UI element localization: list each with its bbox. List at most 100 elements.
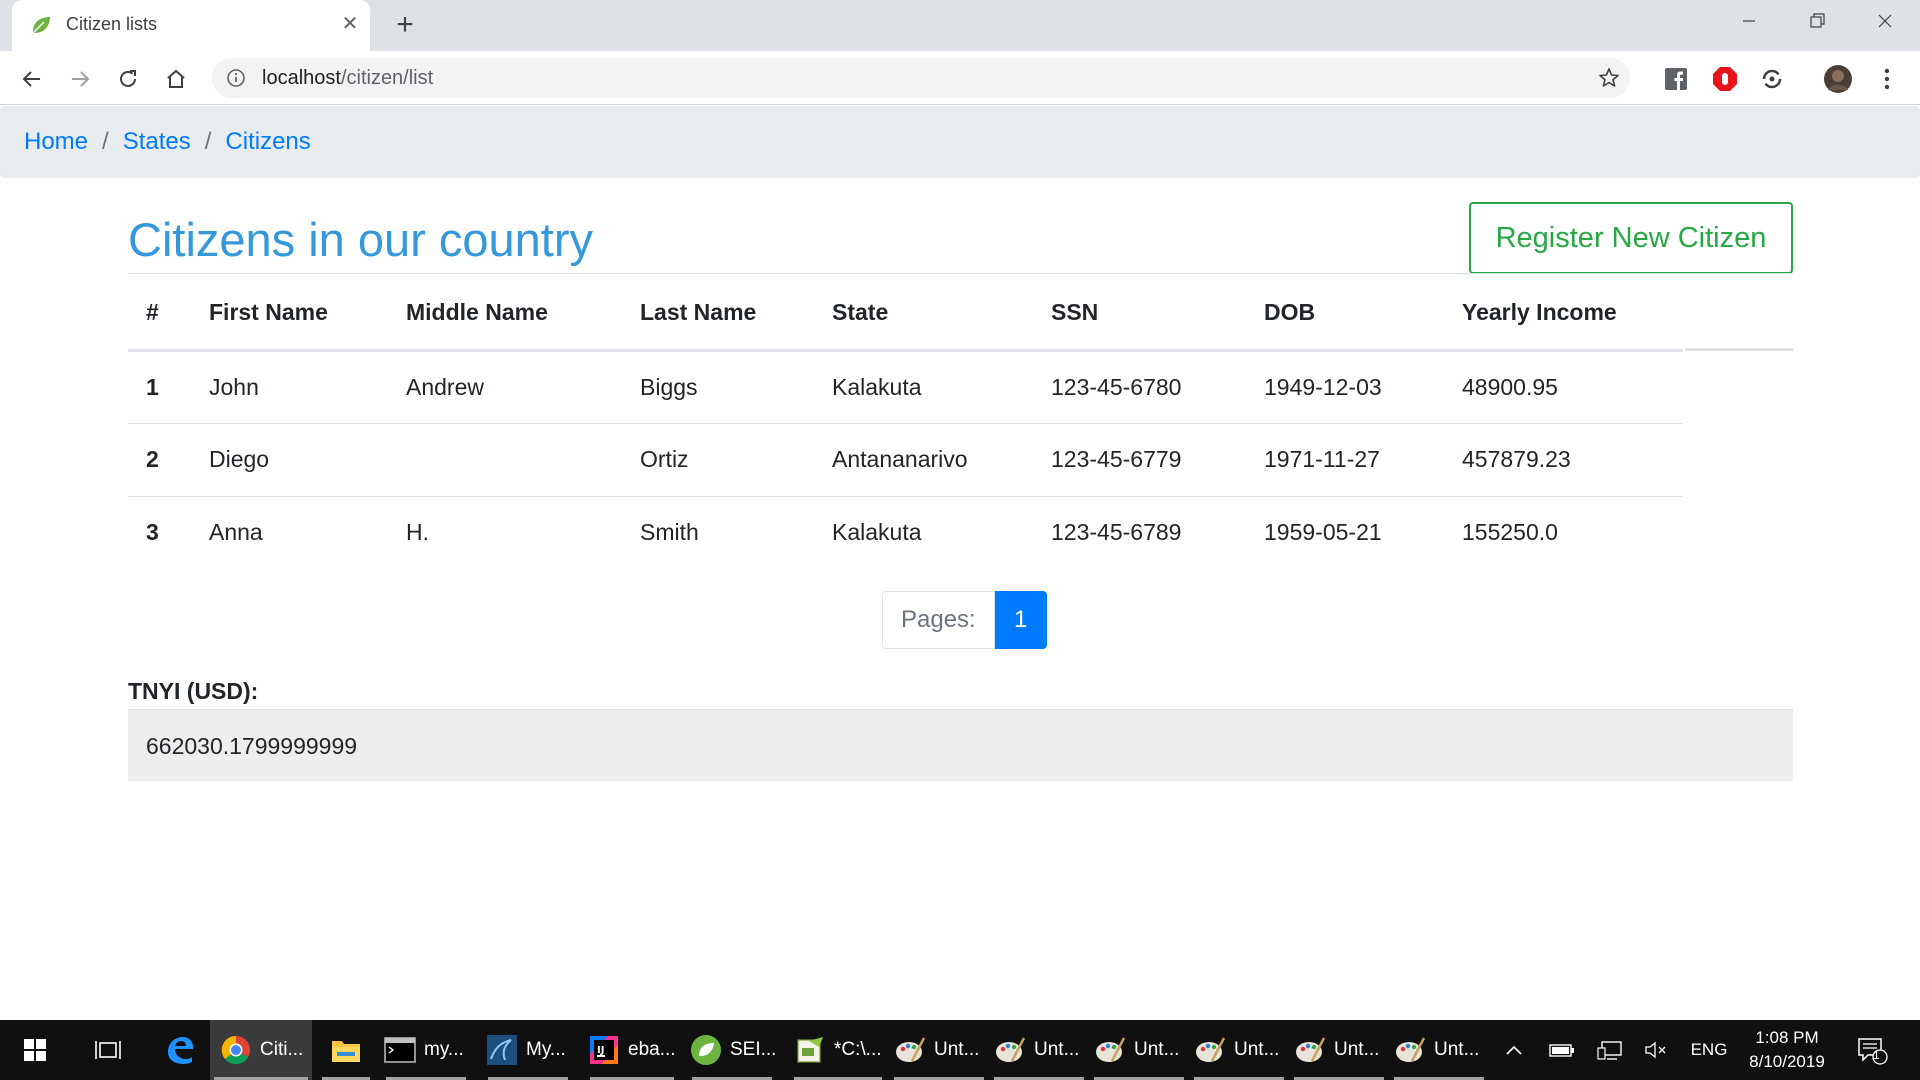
notepad-plus-icon	[794, 1034, 826, 1066]
taskbar-item-paint[interactable]: Unt...	[1290, 1020, 1388, 1080]
page-button-current[interactable]: 1	[994, 591, 1047, 649]
tab-strip: Citizen lists ✕ +	[0, 0, 1920, 51]
header-number: #	[128, 276, 209, 352]
action-center-button[interactable]: 1	[1852, 1020, 1892, 1080]
intellij-icon: IJ	[588, 1034, 620, 1066]
taskbar-item-paint[interactable]: Unt...	[990, 1020, 1088, 1080]
facebook-extension[interactable]	[1659, 62, 1693, 96]
cell-dob: 1971-11-27	[1264, 422, 1462, 496]
breadcrumb: Home / States / Citizens	[0, 106, 1920, 178]
tab-close-icon[interactable]: ✕	[337, 11, 363, 37]
tab-title: Citizen lists	[66, 14, 158, 34]
paint-palette-icon	[1194, 1034, 1226, 1066]
bookmark-star-icon[interactable]	[1597, 66, 1621, 90]
taskbar-item-label: SEI...	[730, 1039, 777, 1060]
pagination: Pages: 1	[882, 591, 1047, 649]
profile-button[interactable]	[1821, 62, 1855, 96]
taskbar-item-label: Unt...	[1134, 1039, 1180, 1060]
header-divider	[1685, 348, 1793, 351]
volume-muted-icon	[1645, 1041, 1666, 1059]
restore-button[interactable]	[1783, 0, 1851, 44]
cell-first-name: John	[209, 373, 259, 400]
notification-icon	[1858, 1038, 1888, 1065]
cell-first-name: Diego	[209, 422, 406, 496]
taskbar-item-paint[interactable]: Unt...	[1090, 1020, 1188, 1080]
network-tray[interactable]	[1594, 1020, 1626, 1080]
reload-button[interactable]	[111, 62, 145, 96]
tnyi-label: TNYI (USD):	[128, 678, 259, 704]
breadcrumb-citizens[interactable]: Citizens	[225, 128, 310, 156]
avatar	[1824, 65, 1852, 93]
input-language[interactable]: ENG	[1684, 1020, 1734, 1080]
taskbar-item-label: Unt...	[1034, 1039, 1080, 1060]
volume-tray[interactable]	[1640, 1020, 1672, 1080]
taskbar-item-paint[interactable]: Unt...	[1190, 1020, 1288, 1080]
more-vert-icon	[1884, 68, 1890, 90]
adblock-extension[interactable]	[1708, 62, 1742, 96]
cell-ssn: 123-45-6780	[1051, 373, 1182, 400]
notification-count: 1	[1873, 1048, 1880, 1062]
sync-extension[interactable]	[1755, 62, 1789, 96]
tnyi-value: 662030.1799999999	[128, 709, 1793, 781]
stop-hand-icon	[1713, 67, 1737, 91]
taskbar-item-label: Citi...	[260, 1039, 304, 1060]
table-row: 2 Diego Ortiz Antananarivo 123-45-6779 1…	[128, 422, 1683, 496]
show-hidden-icons-button[interactable]	[1500, 1020, 1528, 1080]
clock-time: 1:08 PM	[1755, 1028, 1819, 1047]
task-view-button[interactable]	[86, 1020, 130, 1080]
breadcrumb-states[interactable]: States	[123, 128, 191, 156]
minimize-button[interactable]	[1715, 0, 1783, 44]
header-ssn: SSN	[1051, 276, 1264, 352]
taskbar-item-spring-tools[interactable]: SEI...	[688, 1020, 776, 1080]
header-dob: DOB	[1264, 276, 1462, 352]
network-icon	[1597, 1041, 1622, 1060]
new-tab-icon[interactable]: +	[388, 8, 422, 42]
cell-dob: 1959-05-21	[1264, 495, 1462, 569]
cell-number: 3	[128, 495, 209, 569]
chrome-menu-button[interactable]	[1870, 62, 1904, 96]
spring-leaf-icon	[33, 17, 50, 33]
cell-last-name: Biggs	[640, 373, 698, 400]
back-button[interactable]	[15, 62, 49, 96]
browser-tab[interactable]: Citizen lists ✕	[12, 0, 370, 51]
header-last-name: Last Name	[640, 276, 832, 352]
edge-icon	[168, 1037, 194, 1064]
header-first-name: First Name	[209, 276, 406, 352]
taskbar-item-label: my...	[424, 1039, 464, 1060]
taskbar-item-notepad-plus[interactable]: *C:\...	[790, 1020, 886, 1080]
taskbar-item-intellij[interactable]: IJ eba...	[586, 1020, 678, 1080]
sync-icon	[1762, 69, 1782, 89]
taskbar-item-paint[interactable]: Unt...	[1390, 1020, 1488, 1080]
taskbar-item-chrome[interactable]: Citi...	[210, 1020, 312, 1080]
edge-taskbar-button[interactable]	[156, 1020, 204, 1080]
taskbar-item-file-explorer[interactable]	[318, 1020, 374, 1080]
home-button[interactable]	[159, 62, 193, 96]
clock-date: 8/10/2019	[1749, 1052, 1825, 1071]
cell-number: 1	[146, 373, 159, 400]
taskbar-item-paint[interactable]: Unt...	[890, 1020, 988, 1080]
taskbar-item-mysql-workbench[interactable]: My...	[484, 1020, 572, 1080]
close-window-button[interactable]	[1851, 0, 1919, 44]
start-button[interactable]	[0, 1020, 70, 1080]
task-view-icon	[95, 1041, 121, 1059]
info-icon[interactable]	[226, 68, 246, 88]
folder-icon	[330, 1034, 362, 1066]
taskbar-item-terminal[interactable]: my...	[382, 1020, 470, 1080]
header-state: State	[832, 276, 1051, 352]
address-bar[interactable]: localhost/citizen/list	[212, 58, 1630, 98]
forward-button[interactable]	[63, 62, 97, 96]
title-divider	[128, 273, 1793, 274]
cell-yearly-income: 457879.23	[1462, 422, 1683, 496]
chevron-up-icon	[1506, 1045, 1522, 1055]
system-clock[interactable]: 1:08 PM 8/10/2019	[1736, 1026, 1838, 1074]
taskbar-item-label: *C:\...	[834, 1039, 882, 1060]
taskbar-item-label: Unt...	[1434, 1039, 1480, 1060]
taskbar-item-label: Unt...	[934, 1039, 980, 1060]
cell-state: Kalakuta	[832, 373, 922, 400]
svg-text:IJ: IJ	[597, 1045, 604, 1056]
breadcrumb-separator: /	[102, 128, 109, 155]
table-row: 1 John Andrew Biggs Kalakuta 123-45-6780…	[128, 350, 1683, 423]
breadcrumb-home[interactable]: Home	[24, 128, 88, 156]
battery-tray[interactable]	[1546, 1020, 1578, 1080]
register-new-citizen-button[interactable]: Register New Citizen	[1469, 202, 1793, 274]
